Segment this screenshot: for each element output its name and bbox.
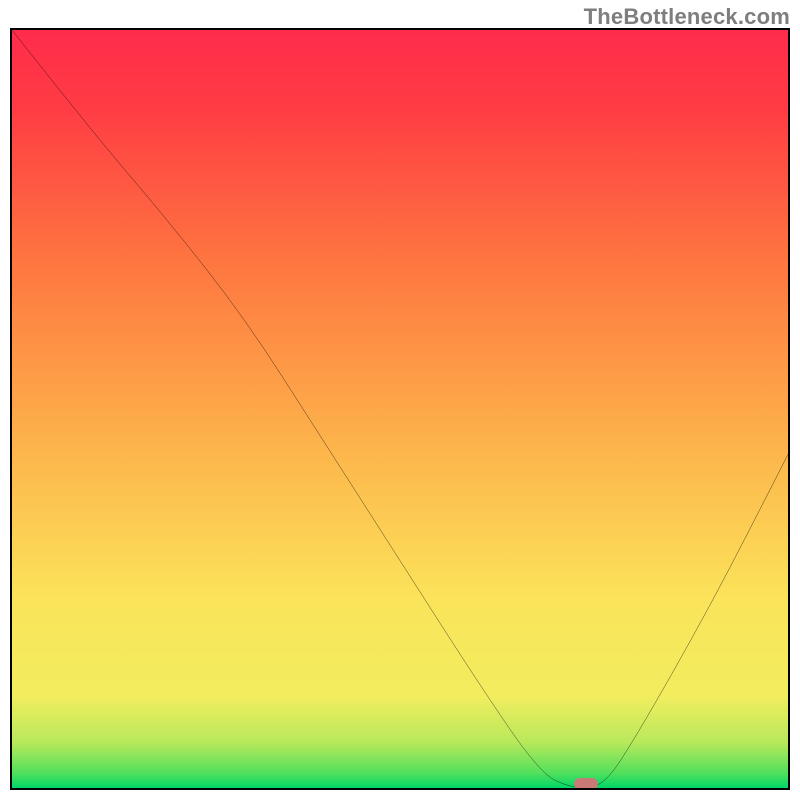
plot-inner [12,30,788,788]
chart-container: TheBottleneck.com [0,0,800,800]
curve-layer [12,30,788,788]
bottleneck-curve [12,30,788,788]
plot-frame [10,28,790,790]
optimum-marker [574,778,598,790]
watermark-text: TheBottleneck.com [584,4,790,30]
